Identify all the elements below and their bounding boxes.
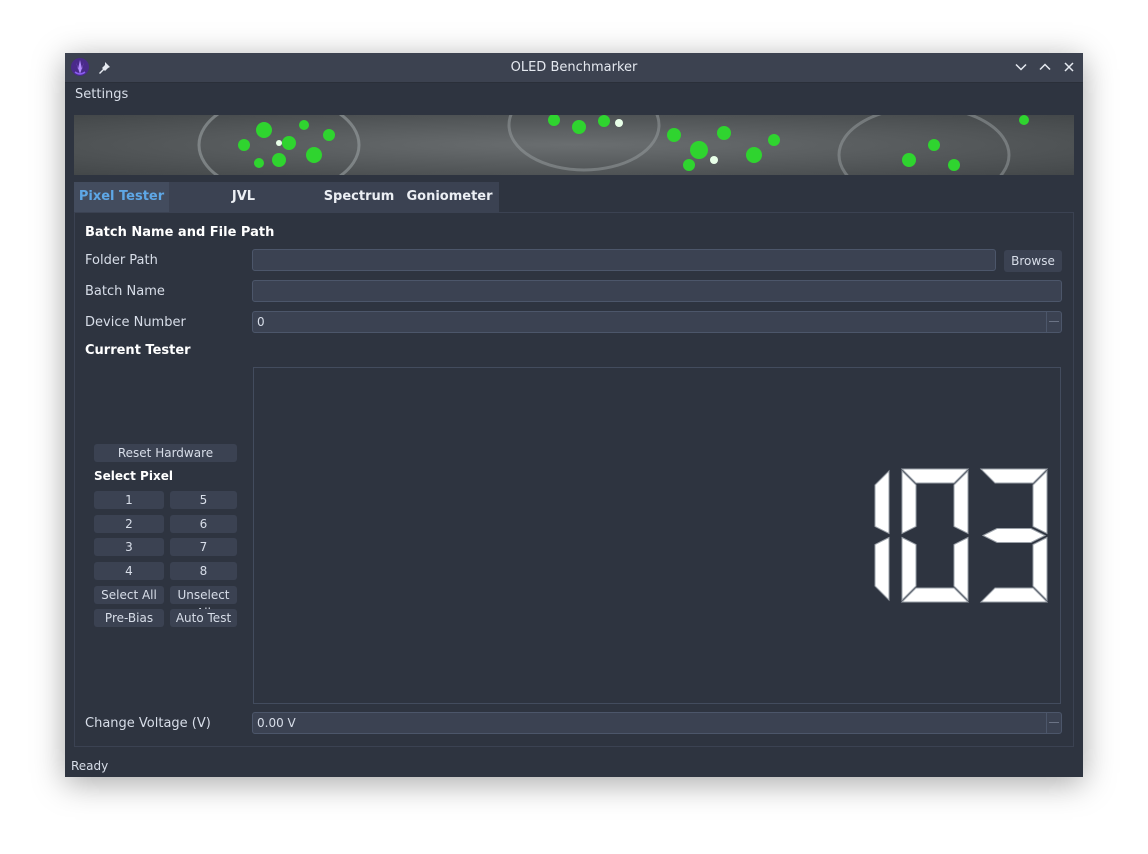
device-number-value: 0 xyxy=(257,315,265,329)
menu-bar: Settings xyxy=(65,83,1083,107)
chevron-up-icon xyxy=(1039,63,1051,71)
microscope-banner-image xyxy=(74,115,1074,175)
status-bar: Ready xyxy=(71,759,109,773)
device-number-spinbox[interactable]: 0 xyxy=(252,311,1062,333)
pixel-button-1[interactable]: 1 xyxy=(94,491,164,509)
lcd-segment-g xyxy=(981,528,1047,543)
tab-bar: Pixel Tester JVL Characterisation Spectr… xyxy=(74,182,1074,234)
change-voltage-label: Change Voltage (V) xyxy=(85,716,211,731)
browse-button[interactable]: Browse xyxy=(1004,250,1062,272)
tab-goniometer[interactable]: Goniometer xyxy=(400,182,499,212)
lcd-display xyxy=(253,367,1061,704)
lcd-digits xyxy=(874,468,1049,603)
pixel-button-7[interactable]: 7 xyxy=(170,538,237,556)
pixel-button-2[interactable]: 2 xyxy=(94,515,164,533)
pixel-button-3[interactable]: 3 xyxy=(94,538,164,556)
pixel-button-4[interactable]: 4 xyxy=(94,562,164,580)
select-all-button[interactable]: Select All xyxy=(94,586,164,604)
voltage-spinbox[interactable]: 0.00 V xyxy=(252,712,1062,734)
pixel-tester-panel: Batch Name and File Path Folder Path Bro… xyxy=(74,212,1074,747)
reset-hardware-button[interactable]: Reset Hardware xyxy=(94,444,237,462)
close-button[interactable] xyxy=(1062,60,1076,74)
select-pixel-heading: Select Pixel xyxy=(94,469,173,483)
title-bar: OLED Benchmarker xyxy=(65,53,1083,83)
batch-name-label: Batch Name xyxy=(85,284,165,299)
app-window: OLED Benchmarker Settings Pixel Tester J… xyxy=(65,53,1083,777)
tab-spectrum[interactable]: Spectrum xyxy=(318,182,400,212)
minimize-button[interactable] xyxy=(1014,60,1028,74)
pixel-button-8[interactable]: 8 xyxy=(170,562,237,580)
device-number-label: Device Number xyxy=(85,315,186,330)
voltage-value: 0.00 V xyxy=(257,716,296,730)
lcd-segment-b xyxy=(874,469,890,535)
tab-pixel-tester[interactable]: Pixel Tester xyxy=(74,182,169,212)
maximize-button[interactable] xyxy=(1038,60,1052,74)
pin-icon[interactable] xyxy=(97,60,111,74)
spin-arrows-icon[interactable] xyxy=(1046,713,1061,733)
window-title: OLED Benchmarker xyxy=(510,60,638,75)
pixel-button-6[interactable]: 6 xyxy=(170,515,237,533)
app-logo-icon xyxy=(70,57,90,77)
lcd-segment-c xyxy=(874,536,890,602)
close-icon xyxy=(1064,62,1074,72)
pre-bias-button[interactable]: Pre-Bias xyxy=(94,609,164,627)
batch-name-input[interactable] xyxy=(252,280,1062,302)
menu-settings[interactable]: Settings xyxy=(75,87,128,102)
pixel-button-5[interactable]: 5 xyxy=(170,491,237,509)
spin-arrows-icon[interactable] xyxy=(1046,312,1061,332)
tab-jvl-characterisation[interactable]: JVL Characterisation xyxy=(169,182,318,234)
folder-path-label: Folder Path xyxy=(85,253,158,268)
current-tester-heading: Current Tester xyxy=(85,343,191,358)
batch-heading: Batch Name and File Path xyxy=(85,225,275,240)
unselect-all-button[interactable]: Unselect All xyxy=(170,586,237,620)
chevron-down-icon xyxy=(1015,63,1027,71)
auto-test-button[interactable]: Auto Test xyxy=(170,609,237,627)
folder-path-input[interactable] xyxy=(252,249,996,271)
